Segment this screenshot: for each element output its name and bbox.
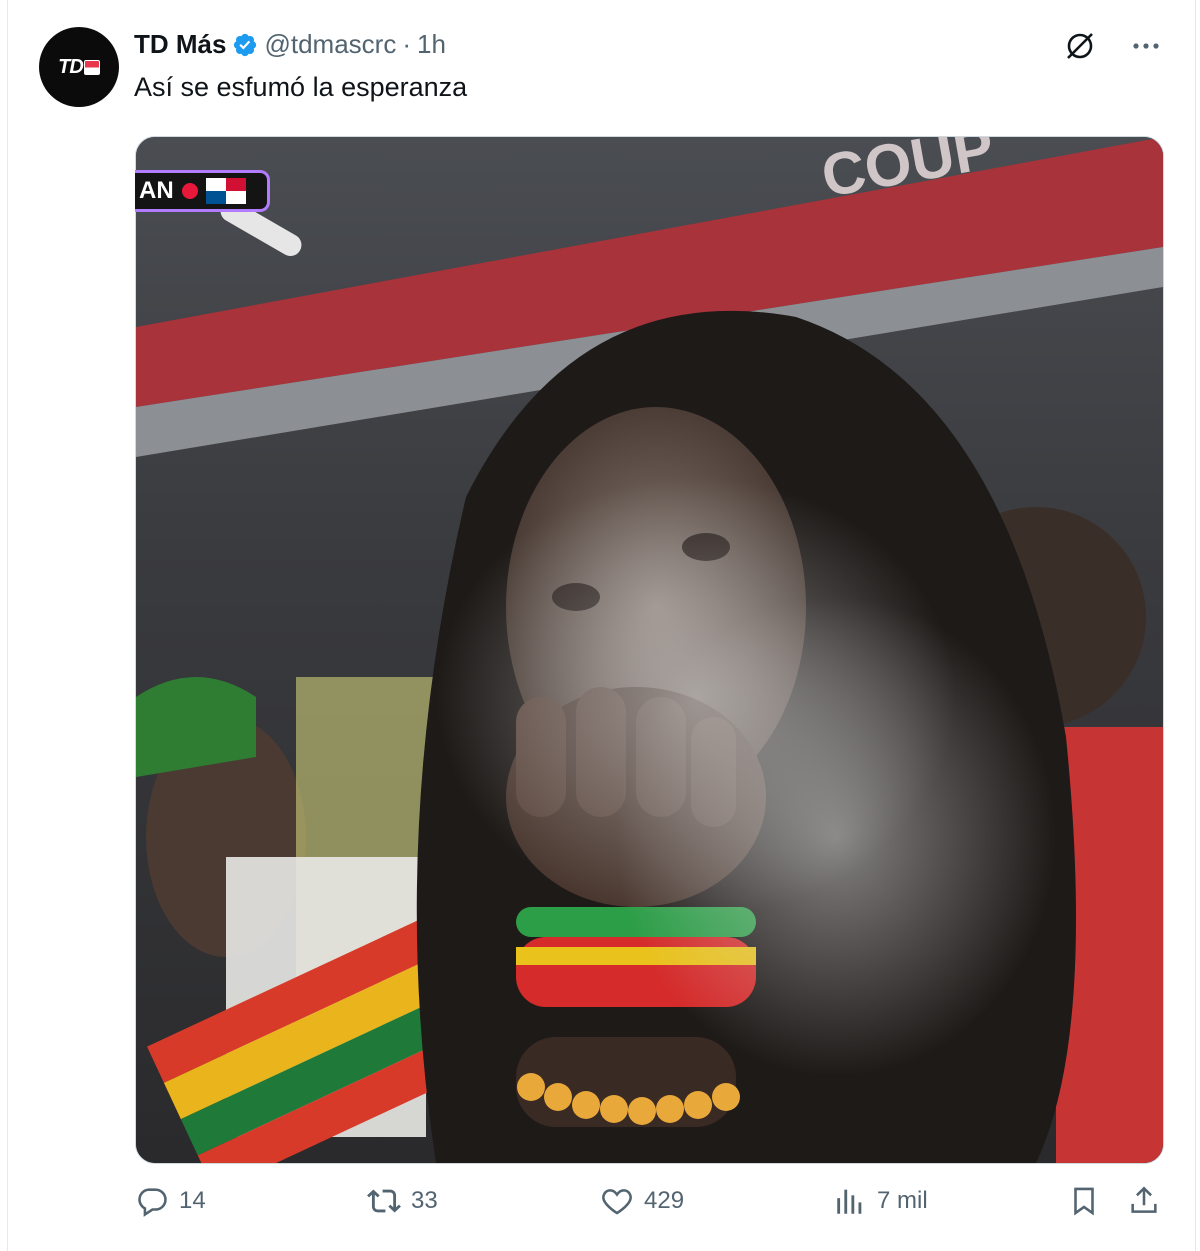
- grok-icon[interactable]: [1062, 28, 1098, 64]
- reply-button[interactable]: 14: [135, 1184, 206, 1218]
- author-handle[interactable]: @tdmascrc: [264, 29, 396, 60]
- separator-dot: ·: [402, 29, 411, 59]
- views-count: 7 mil: [877, 1187, 928, 1214]
- views-button[interactable]: 7 mil: [833, 1184, 928, 1218]
- like-button[interactable]: 429: [600, 1184, 684, 1218]
- frame-border-right: [1195, 0, 1196, 1251]
- reply-icon: [138, 1188, 167, 1217]
- views-chart-icon: [837, 1189, 862, 1214]
- bookmark-button[interactable]: [1067, 1184, 1101, 1218]
- repost-count: 33: [411, 1187, 438, 1214]
- avatar-logo: TD: [58, 56, 100, 79]
- bookmark-icon: [1074, 1187, 1094, 1216]
- tweet-media-video[interactable]: COUP: [135, 136, 1164, 1164]
- top-actions: [1062, 28, 1164, 64]
- live-badge-text: AN: [139, 177, 174, 204]
- author-name[interactable]: TD Más: [134, 29, 226, 60]
- reply-count: 14: [179, 1187, 206, 1214]
- share-icon: [1131, 1186, 1157, 1213]
- like-count: 429: [644, 1187, 685, 1214]
- panama-flag-icon: [205, 178, 246, 204]
- avatar-logo-badge: [83, 59, 100, 75]
- heart-icon: [602, 1189, 632, 1215]
- repost-icon: [367, 1189, 401, 1213]
- live-score-badge: AN: [135, 170, 270, 212]
- avatar[interactable]: TD: [39, 27, 119, 107]
- tweet-time[interactable]: 1h: [417, 29, 446, 60]
- verified-badge-icon: [232, 32, 258, 58]
- tweet-text: Así se esfumó la esperanza: [134, 72, 468, 102]
- avatar-logo-text: TD: [58, 55, 84, 78]
- tweet-header: TD Más @tdmascrc · 1h: [134, 29, 446, 60]
- record-dot-icon: [181, 183, 198, 199]
- repost-button[interactable]: 33: [367, 1184, 438, 1218]
- more-options-icon[interactable]: [1128, 28, 1164, 64]
- frame-border-left: [7, 0, 8, 1251]
- media-image: COUP: [136, 137, 1163, 1163]
- tweet-actions: 14 33 429 7 mil: [135, 1184, 1165, 1234]
- share-button[interactable]: [1127, 1184, 1161, 1218]
